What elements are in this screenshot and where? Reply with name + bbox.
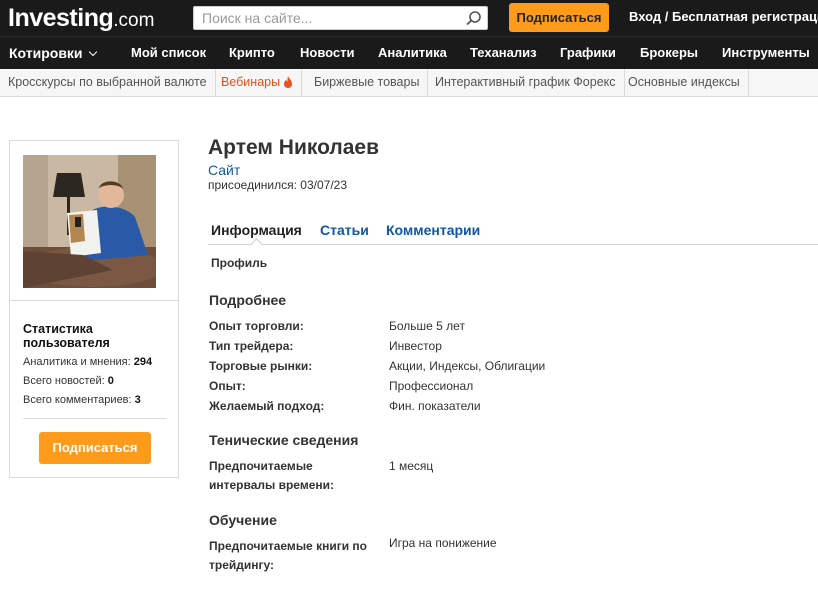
detail-label: Торговые рынки:	[209, 359, 313, 373]
section-title-details: Подробнее	[209, 292, 287, 308]
nav-item-tools[interactable]: Инструменты	[722, 37, 810, 69]
avatar	[23, 155, 156, 288]
detail-value: 1 месяц	[389, 459, 434, 473]
subscribe-button[interactable]: Подписаться	[39, 432, 151, 464]
nav-item-technical[interactable]: Теханализ	[470, 37, 537, 69]
detail-label: Опыт торговли:	[209, 319, 304, 333]
stat-news: Всего новостей: 0	[23, 375, 114, 387]
detail-value: Фин. показатели	[389, 399, 481, 413]
detail-value: Больше 5 лет	[389, 319, 465, 333]
subnav-item-commodities[interactable]: Биржевые товары	[306, 69, 429, 96]
logo-suffix: .com	[113, 10, 155, 31]
joined-date: присоединился: 03/07/23	[208, 178, 348, 192]
detail-value: Инвестор	[389, 339, 442, 353]
subnav-item-forex-chart[interactable]: Интерактивный график Форекс	[427, 69, 625, 96]
detail-value: Игра на понижение	[389, 536, 497, 550]
detail-label: Тип трейдера:	[209, 339, 294, 353]
main-nav: Котировки Мой список Крипто Новости Анал…	[0, 36, 818, 69]
top-header: Investing.com Подписаться Вход / Бесплат…	[0, 0, 818, 36]
section-title-education: Обучение	[209, 512, 277, 528]
detail-label: Опыт:	[209, 379, 246, 393]
stat-value: 0	[107, 375, 114, 387]
search-box	[193, 6, 488, 30]
tab-comments[interactable]: Комментарии	[386, 222, 480, 238]
subtab-profile[interactable]: Профиль	[211, 256, 267, 270]
section-title-technical: Тенические сведения	[209, 432, 359, 448]
subnav-item-label: Вебинары	[221, 75, 281, 89]
avatar-photo	[23, 155, 156, 288]
search-input[interactable]	[194, 7, 454, 29]
search-icon[interactable]	[465, 10, 483, 26]
stat-comments: Всего комментариев: 3	[23, 394, 141, 406]
logo-main: Investing	[8, 4, 114, 32]
detail-value: Профессионал	[389, 379, 474, 393]
subscribe-top-button[interactable]: Подписаться	[509, 3, 609, 32]
subnav-item-webinars[interactable]: Вебинары	[213, 69, 303, 96]
sub-nav: Кросскурсы по выбранной валюте Вебинары …	[0, 69, 818, 97]
stat-value: 3	[134, 394, 141, 406]
card-divider	[10, 300, 178, 301]
nav-item-charts[interactable]: Графики	[560, 37, 616, 69]
detail-label: Желаемый подход:	[209, 399, 325, 413]
stats-title: Статистика пользователя	[23, 322, 110, 350]
stat-label: Всего комментариев:	[23, 394, 132, 406]
nav-item-watchlist[interactable]: Мой список	[131, 37, 206, 69]
card-divider	[23, 418, 167, 419]
login-register-link[interactable]: Вход / Бесплатная регистрация	[629, 0, 818, 36]
detail-value: Акции, Индексы, Облигации	[389, 359, 546, 373]
nav-item-label: Котировки	[9, 45, 83, 61]
subnav-item-crossrates[interactable]: Кросскурсы по выбранной валюте	[0, 69, 216, 96]
nav-item-analysis[interactable]: Аналитика	[378, 37, 447, 69]
nav-item-brokers[interactable]: Брокеры	[640, 37, 698, 69]
stat-value: 294	[133, 356, 153, 368]
stat-label: Всего новостей:	[23, 375, 105, 387]
stat-analysis: Аналитика и мнения: 294	[23, 356, 152, 368]
chevron-down-icon	[88, 47, 97, 57]
nav-item-quotes[interactable]: Котировки	[9, 37, 97, 69]
active-tab-pointer	[250, 238, 263, 251]
flame-icon	[284, 76, 293, 88]
user-card: Статистика пользователя Аналитика и мнен…	[9, 140, 179, 478]
stat-label: Аналитика и мнения:	[23, 356, 131, 368]
nav-item-crypto[interactable]: Крипто	[229, 37, 275, 69]
subnav-item-indices[interactable]: Основные индексы	[620, 69, 749, 96]
detail-label: Предпочитаемые интервалы времени:	[209, 459, 334, 492]
tab-info[interactable]: Информация	[211, 222, 302, 238]
nav-item-news[interactable]: Новости	[300, 37, 355, 69]
site-link[interactable]: Сайт	[208, 162, 240, 178]
detail-label: Предпочитаемые книги по трейдингу:	[209, 539, 367, 572]
profile-name: Артем Николаев	[208, 136, 379, 159]
tabs-divider	[208, 244, 818, 245]
tab-articles[interactable]: Статьи	[320, 222, 369, 238]
site-logo[interactable]: Investing.com	[8, 2, 154, 37]
